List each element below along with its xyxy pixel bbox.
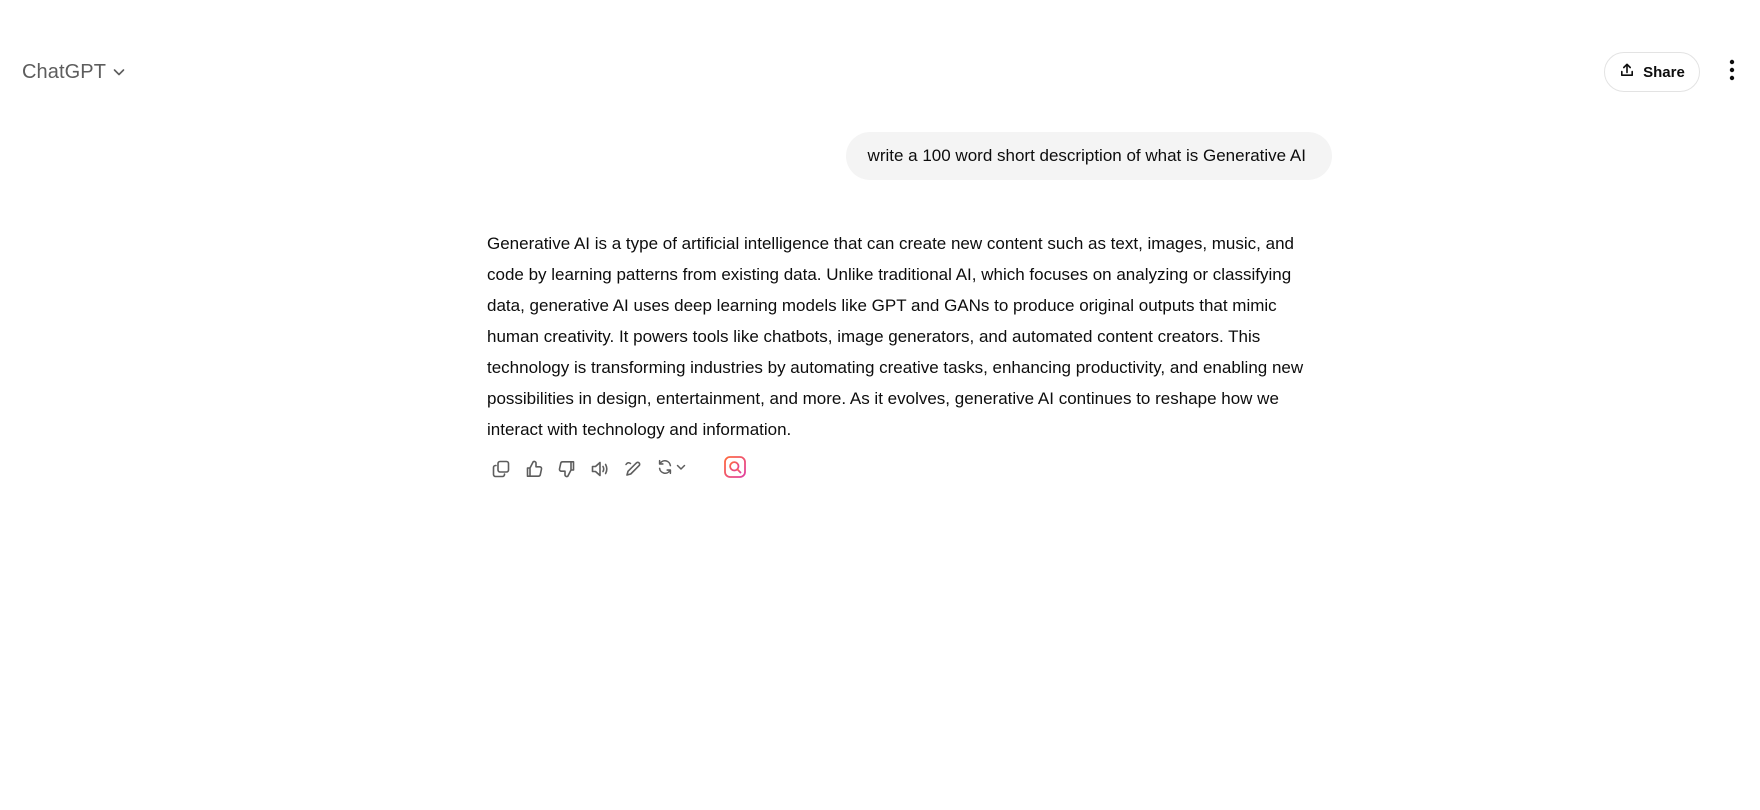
user-message-bubble: write a 100 word short description of wh… (845, 132, 1332, 180)
edit-in-canvas-icon (623, 459, 643, 479)
vertical-dots-icon (1729, 59, 1735, 86)
read-aloud-icon (590, 459, 610, 479)
thumbs-up-icon (524, 459, 544, 479)
thumbs-down-icon (557, 459, 577, 479)
more-options-button[interactable] (1716, 52, 1748, 92)
message-actions (484, 455, 749, 483)
search-web-button[interactable] (721, 455, 749, 483)
user-message-text: write a 100 word short description of wh… (867, 146, 1306, 165)
chevron-down-icon (112, 65, 126, 79)
search-icon (723, 455, 747, 484)
model-name: ChatGPT (22, 60, 107, 83)
read-aloud-button[interactable] (583, 455, 616, 483)
share-button[interactable]: Share (1604, 52, 1700, 92)
copy-icon (491, 459, 511, 479)
bad-response-button[interactable] (550, 455, 583, 483)
good-response-button[interactable] (517, 455, 550, 483)
share-icon (1619, 62, 1635, 83)
assistant-message-text: Generative AI is a type of artificial in… (487, 234, 1304, 439)
share-label: Share (1643, 63, 1685, 81)
regenerate-button[interactable] (649, 455, 693, 483)
copy-button[interactable] (484, 455, 517, 483)
model-switcher[interactable]: ChatGPT (14, 53, 134, 91)
chat-page: ChatGPT Share write a 100 word short des… (0, 0, 1760, 810)
regenerate-icon (656, 458, 674, 481)
chevron-down-icon (675, 460, 687, 478)
assistant-message: Generative AI is a type of artificial in… (487, 228, 1332, 445)
edit-in-canvas-button[interactable] (616, 455, 649, 483)
